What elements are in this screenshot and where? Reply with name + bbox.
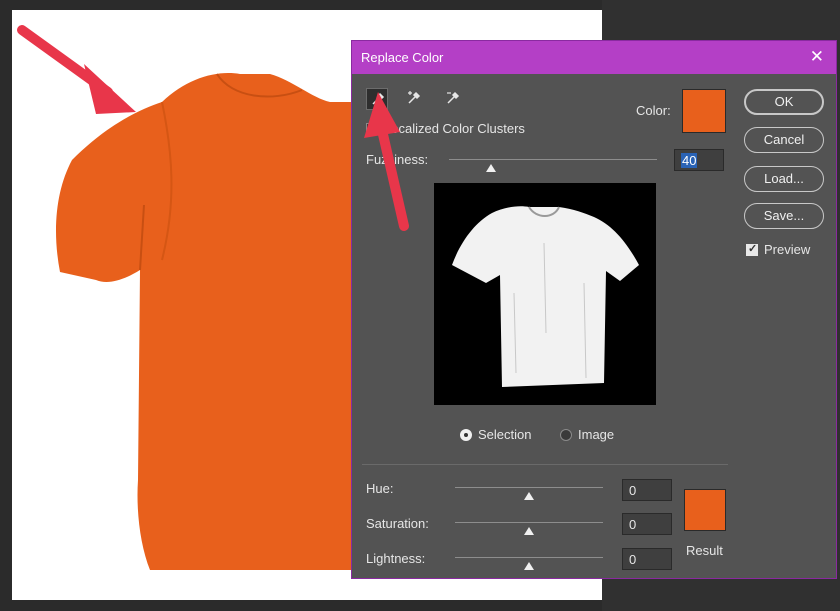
lightness-slider-thumb[interactable] xyxy=(524,562,534,570)
close-icon[interactable]: ✕ xyxy=(810,47,824,67)
saturation-input[interactable]: 0 xyxy=(622,513,672,535)
replace-color-dialog: Replace Color ✕ Localized Color Clusters… xyxy=(351,40,837,579)
preview-label: Preview xyxy=(764,242,811,257)
fuzziness-slider-track[interactable] xyxy=(449,159,657,160)
hue-slider-thumb[interactable] xyxy=(524,492,534,500)
result-color-swatch xyxy=(684,489,726,531)
saturation-label: Saturation: xyxy=(366,516,429,531)
dialog-titlebar[interactable]: Replace Color ✕ xyxy=(352,41,836,74)
ok-button[interactable]: OK xyxy=(744,89,824,115)
preview-checkbox[interactable] xyxy=(746,242,758,256)
fuzziness-input[interactable]: 40 xyxy=(674,149,724,171)
lightness-slider-track[interactable] xyxy=(455,557,603,558)
image-label: Image xyxy=(578,427,615,442)
selected-color-swatch[interactable] xyxy=(682,89,726,133)
saturation-slider-track[interactable] xyxy=(455,522,603,523)
dialog-title: Replace Color xyxy=(361,50,444,65)
localized-clusters-checkbox[interactable] xyxy=(366,123,378,135)
load-button[interactable]: Load... xyxy=(744,166,824,192)
eyedropper-icon[interactable] xyxy=(366,88,388,110)
cancel-button[interactable]: Cancel xyxy=(744,127,824,153)
lightness-input[interactable]: 0 xyxy=(622,548,672,570)
tshirt-shape xyxy=(56,73,352,570)
lightness-label: Lightness: xyxy=(366,551,426,566)
hue-slider-track[interactable] xyxy=(455,487,603,488)
selection-radio[interactable] xyxy=(460,429,472,441)
selection-label: Selection xyxy=(478,427,532,442)
color-label: Color: xyxy=(636,103,671,118)
result-label: Result xyxy=(686,543,723,558)
white-tshirt-mask xyxy=(452,206,639,387)
save-button[interactable]: Save... xyxy=(744,203,824,229)
localized-clusters-label: Localized Color Clusters xyxy=(384,121,525,136)
selection-preview xyxy=(434,183,656,405)
fuzziness-label: Fuzziness: xyxy=(366,152,429,167)
hue-label: Hue: xyxy=(366,481,394,496)
image-radio[interactable] xyxy=(560,429,572,441)
fuzziness-slider-thumb[interactable] xyxy=(486,164,496,172)
eyedropper-plus-icon[interactable] xyxy=(403,88,425,110)
saturation-slider-thumb[interactable] xyxy=(524,527,534,535)
section-divider xyxy=(362,464,728,465)
eyedropper-minus-icon[interactable] xyxy=(442,88,464,110)
hue-input[interactable]: 0 xyxy=(622,479,672,501)
